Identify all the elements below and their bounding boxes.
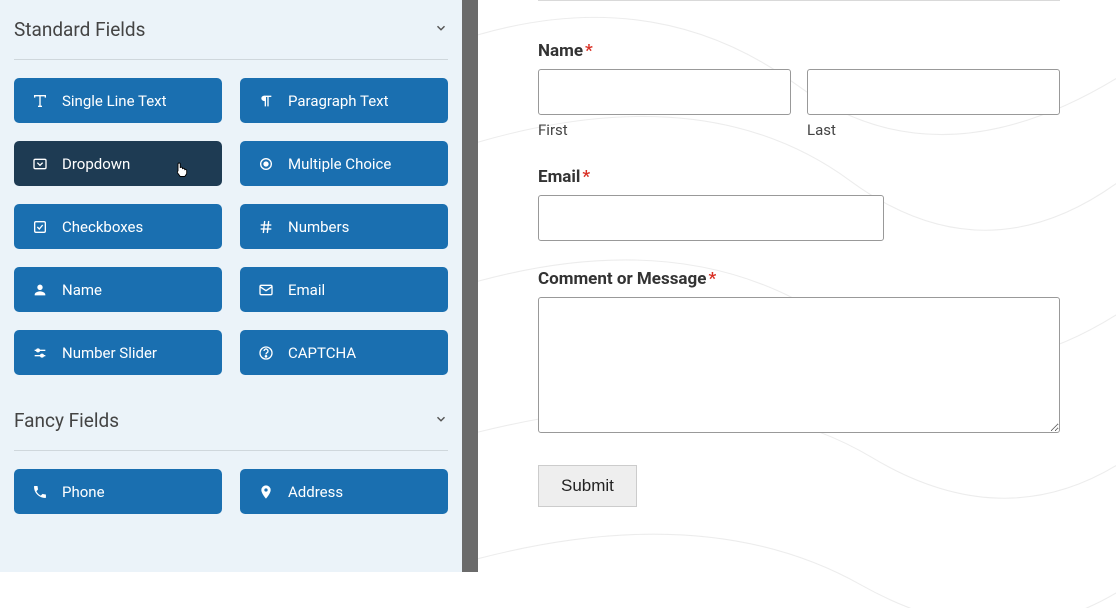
radio-icon [258, 156, 274, 172]
name-label-text: Name [538, 41, 583, 61]
text-icon [32, 93, 48, 109]
email-field-block: Email* [538, 167, 1060, 241]
field-number-slider[interactable]: Number Slider [14, 330, 222, 375]
first-name-input[interactable] [538, 69, 791, 115]
email-label-text: Email [538, 167, 580, 187]
required-mark: * [582, 167, 590, 187]
email-label: Email* [538, 167, 1060, 187]
field-checkboxes[interactable]: Checkboxes [14, 204, 222, 249]
name-field-block: Name* First Last [538, 41, 1060, 139]
hash-icon [258, 219, 274, 235]
field-label: Multiple Choice [288, 155, 391, 173]
form-preview: Name* First Last Email* Comment or [478, 0, 1116, 572]
field-label: Numbers [288, 218, 349, 236]
last-name-sublabel: Last [807, 121, 1060, 139]
phone-icon [32, 484, 48, 500]
map-pin-icon [258, 484, 274, 500]
name-label: Name* [538, 41, 1060, 61]
field-address[interactable]: Address [240, 469, 448, 514]
field-label: Checkboxes [62, 218, 143, 236]
section-title-fancy: Fancy Fields [14, 409, 119, 432]
chevron-down-icon [434, 412, 448, 430]
message-label-text: Comment or Message [538, 269, 706, 289]
field-label: Dropdown [62, 155, 130, 173]
field-captcha[interactable]: CAPTCHA [240, 330, 448, 375]
paragraph-icon [258, 93, 274, 109]
fancy-fields-grid: Phone Address [14, 469, 448, 514]
field-name[interactable]: Name [14, 267, 222, 312]
field-label: Email [288, 281, 325, 299]
divider [538, 0, 1060, 1]
section-header-fancy-fields[interactable]: Fancy Fields [14, 405, 448, 451]
standard-fields-grid: Single Line Text Paragraph Text Dropdown… [14, 78, 448, 375]
sliders-icon [32, 345, 48, 361]
required-mark: * [708, 269, 716, 289]
message-field-block: Comment or Message* [538, 269, 1060, 437]
field-label: Paragraph Text [288, 92, 389, 110]
section-title-standard: Standard Fields [14, 18, 145, 41]
pointer-cursor-icon [172, 159, 190, 183]
field-label: Number Slider [62, 344, 157, 362]
envelope-icon [258, 282, 274, 298]
email-input[interactable] [538, 195, 884, 241]
submit-button[interactable]: Submit [538, 465, 637, 507]
section-header-standard-fields[interactable]: Standard Fields [14, 14, 448, 60]
field-email[interactable]: Email [240, 267, 448, 312]
field-phone[interactable]: Phone [14, 469, 222, 514]
message-label: Comment or Message* [538, 269, 1060, 289]
field-single-line-text[interactable]: Single Line Text [14, 78, 222, 123]
field-label: Phone [62, 483, 105, 501]
field-paragraph-text[interactable]: Paragraph Text [240, 78, 448, 123]
dropdown-icon [32, 156, 48, 172]
field-label: Name [62, 281, 102, 299]
checkbox-icon [32, 219, 48, 235]
message-textarea[interactable] [538, 297, 1060, 433]
first-name-sublabel: First [538, 121, 791, 139]
field-label: Single Line Text [62, 92, 167, 110]
sidebar: Standard Fields Single Line Text Paragra… [0, 0, 478, 572]
field-numbers[interactable]: Numbers [240, 204, 448, 249]
chevron-down-icon [434, 21, 448, 39]
field-multiple-choice[interactable]: Multiple Choice [240, 141, 448, 186]
user-icon [32, 282, 48, 298]
required-mark: * [585, 41, 593, 61]
field-label: Address [288, 483, 343, 501]
question-icon [258, 345, 274, 361]
field-dropdown[interactable]: Dropdown [14, 141, 222, 186]
field-label: CAPTCHA [288, 344, 356, 362]
last-name-input[interactable] [807, 69, 1060, 115]
